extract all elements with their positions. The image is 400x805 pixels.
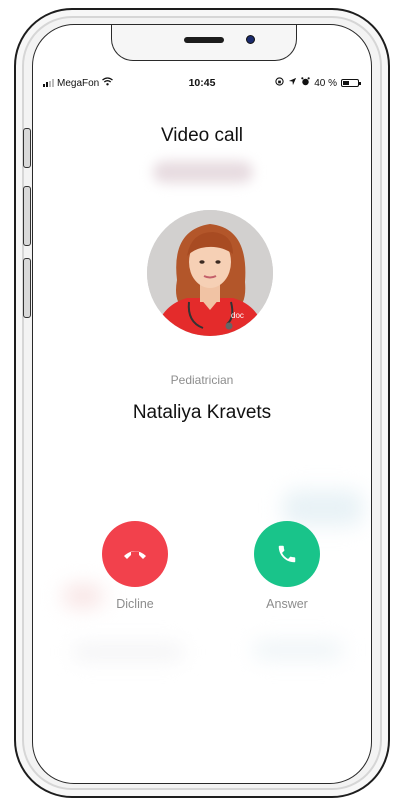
doctor-specialty: Pediatrician	[170, 373, 234, 387]
location-arrow-icon	[288, 77, 297, 89]
phone-screen: MegaFon 10:45 40 % Video call doc Pediat…	[32, 24, 372, 784]
decline-label: Dicline	[116, 597, 154, 611]
notch	[111, 25, 297, 61]
status-bar: MegaFon 10:45 40 %	[33, 77, 371, 93]
volume-up-button	[23, 186, 31, 246]
screen-title: Video call	[160, 125, 244, 146]
blurred-subtitle	[153, 161, 253, 183]
earpiece-speaker	[184, 37, 224, 43]
decline-button[interactable]	[102, 521, 168, 587]
battery-percent: 40 %	[314, 77, 337, 89]
doctor-name: Nataliya Kravets	[132, 402, 272, 423]
doctor-avatar: doc	[147, 210, 273, 336]
battery-icon	[341, 79, 361, 87]
alarm-icon	[301, 77, 310, 89]
front-camera	[246, 35, 255, 44]
answer-label: Answer	[266, 597, 308, 611]
status-right: 40 %	[275, 77, 361, 89]
background-ghost-shape	[253, 641, 343, 659]
volume-down-button	[23, 258, 31, 318]
rotation-lock-icon	[275, 77, 284, 89]
shirt-logo-text: doc	[231, 311, 244, 320]
background-ghost-shape	[283, 490, 363, 526]
background-ghost-shape	[73, 645, 183, 659]
silent-switch	[23, 128, 31, 168]
phone-icon	[278, 545, 296, 563]
phone-hangup-icon	[124, 551, 146, 559]
answer-button[interactable]	[254, 521, 320, 587]
